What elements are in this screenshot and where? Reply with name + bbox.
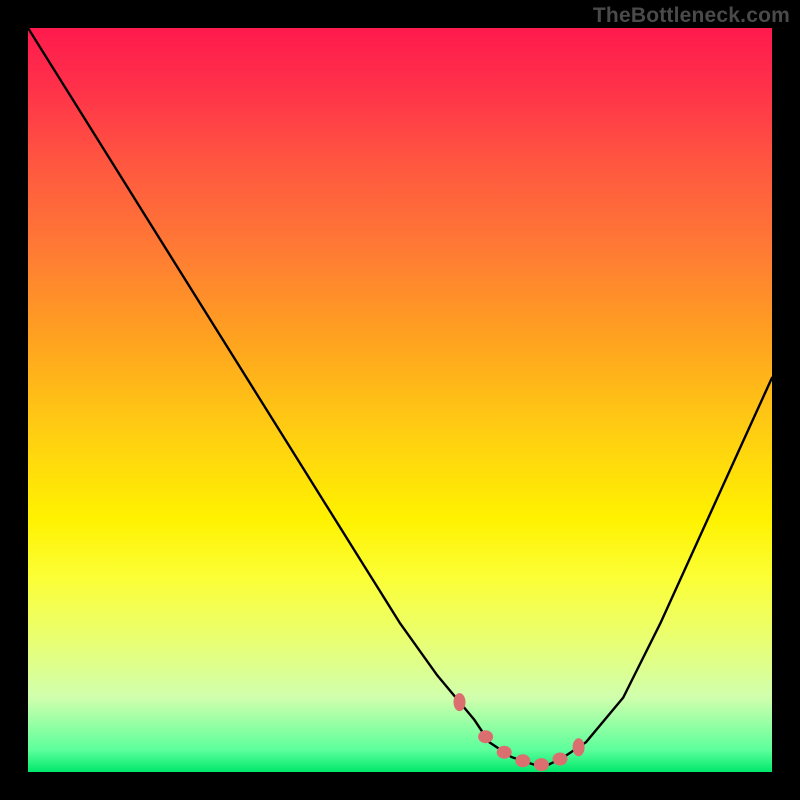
bottleneck-curve-svg bbox=[28, 28, 772, 772]
chart-plot-area bbox=[28, 28, 772, 772]
valley-marker bbox=[515, 754, 530, 767]
valley-marker bbox=[478, 730, 493, 743]
valley-marker bbox=[454, 693, 466, 711]
valley-marker bbox=[534, 758, 549, 771]
valley-marker bbox=[573, 738, 585, 756]
valley-marker bbox=[553, 753, 568, 766]
valley-marker-group bbox=[454, 693, 585, 771]
valley-marker bbox=[497, 746, 512, 759]
watermark-text: TheBottleneck.com bbox=[593, 4, 790, 28]
bottleneck-curve-path bbox=[28, 28, 772, 765]
